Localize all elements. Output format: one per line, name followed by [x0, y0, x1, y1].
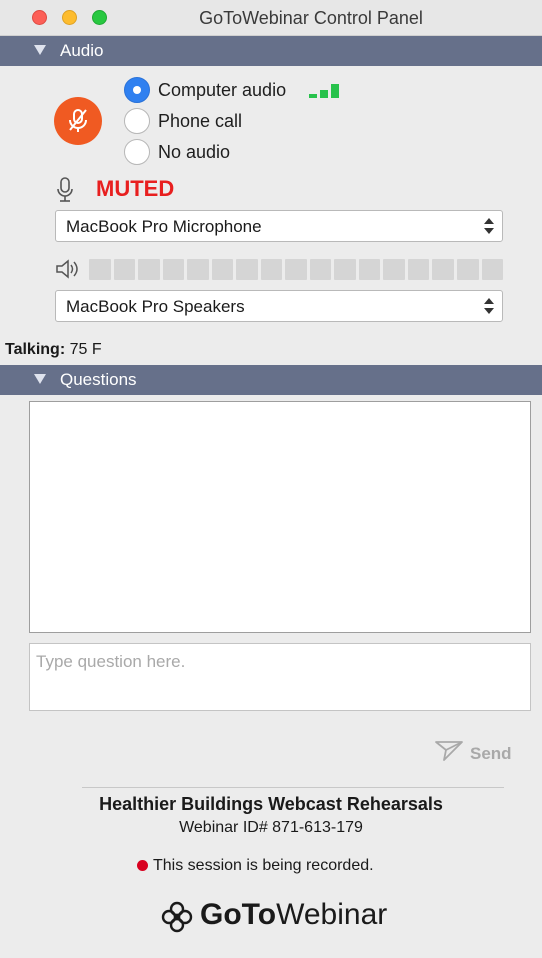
speaker-level-meter: [89, 259, 504, 280]
phone-call-radio[interactable]: [124, 108, 150, 134]
level-segment: [309, 259, 332, 280]
level-segment: [481, 259, 504, 280]
audio-section-label: Audio: [60, 41, 104, 60]
level-segment: [358, 259, 381, 280]
audio-section-header[interactable]: Audio: [0, 36, 542, 66]
logo-bold: GoTo: [200, 898, 277, 931]
speakers-select-value: MacBook Pro Speakers: [66, 297, 245, 316]
level-segment: [407, 259, 430, 280]
recording-text: This session is being recorded.: [153, 857, 374, 874]
level-segment: [260, 259, 283, 280]
microphone-muted-icon: [69, 109, 87, 132]
signal-strength-icon: [309, 84, 345, 98]
up-down-chevron-icon: [484, 217, 494, 235]
questions-log[interactable]: [29, 401, 531, 633]
collapse-triangle-icon: [34, 374, 46, 384]
speaker-icon: [56, 259, 78, 279]
no-audio-label: No audio: [158, 142, 231, 162]
divider: [82, 787, 504, 788]
speakers-select[interactable]: MacBook Pro Speakers: [55, 290, 503, 322]
microphone-select-value: MacBook Pro Microphone: [66, 217, 262, 236]
window-title: GoToWebinar Control Panel: [199, 8, 423, 28]
gotowebinar-flower-icon: [161, 901, 193, 933]
level-segment: [138, 259, 160, 280]
level-segment: [334, 259, 356, 280]
send-label: Send: [470, 744, 512, 763]
level-segment: [162, 259, 185, 280]
no-audio-radio[interactable]: [124, 139, 150, 165]
phone-call-label: Phone call: [158, 111, 243, 131]
logo-wordmark: GoToWebinar: [200, 898, 387, 932]
level-segment: [383, 259, 405, 280]
up-down-chevron-icon: [484, 297, 494, 315]
level-segment: [432, 259, 454, 280]
level-segment: [456, 259, 479, 280]
microphone-select[interactable]: MacBook Pro Microphone: [55, 210, 503, 242]
talking-indicator: Talking: 75 F: [5, 341, 102, 359]
level-segment: [113, 259, 136, 280]
title-bar: GoToWebinar Control Panel: [0, 0, 542, 36]
level-segment: [285, 259, 307, 280]
question-input[interactable]: [29, 643, 531, 711]
logo-light: Webinar: [276, 898, 388, 931]
questions-section-header[interactable]: Questions: [0, 365, 542, 395]
questions-section-label: Questions: [60, 370, 137, 389]
level-segment: [187, 259, 209, 280]
collapse-triangle-icon: [34, 45, 46, 55]
level-segment: [236, 259, 258, 280]
level-segment: [89, 259, 111, 280]
level-segment: [211, 259, 234, 280]
webinar-title: Healthier Buildings Webcast Rehearsals: [99, 794, 443, 814]
mute-toggle-button[interactable]: [54, 97, 102, 145]
talking-value: 75 F: [69, 341, 102, 358]
webinar-id: Webinar ID# 871-613-179: [179, 819, 363, 836]
recording-dot-icon: [137, 860, 148, 871]
microphone-icon: [57, 177, 73, 202]
control-panel-window: GoToWebinar Control Panel Audio Computer…: [0, 0, 542, 958]
paper-plane-icon: [435, 741, 463, 761]
talking-label: Talking:: [5, 341, 66, 358]
computer-audio-label: Computer audio: [158, 80, 287, 100]
computer-audio-radio[interactable]: [124, 77, 150, 103]
muted-status: MUTED: [96, 176, 175, 201]
